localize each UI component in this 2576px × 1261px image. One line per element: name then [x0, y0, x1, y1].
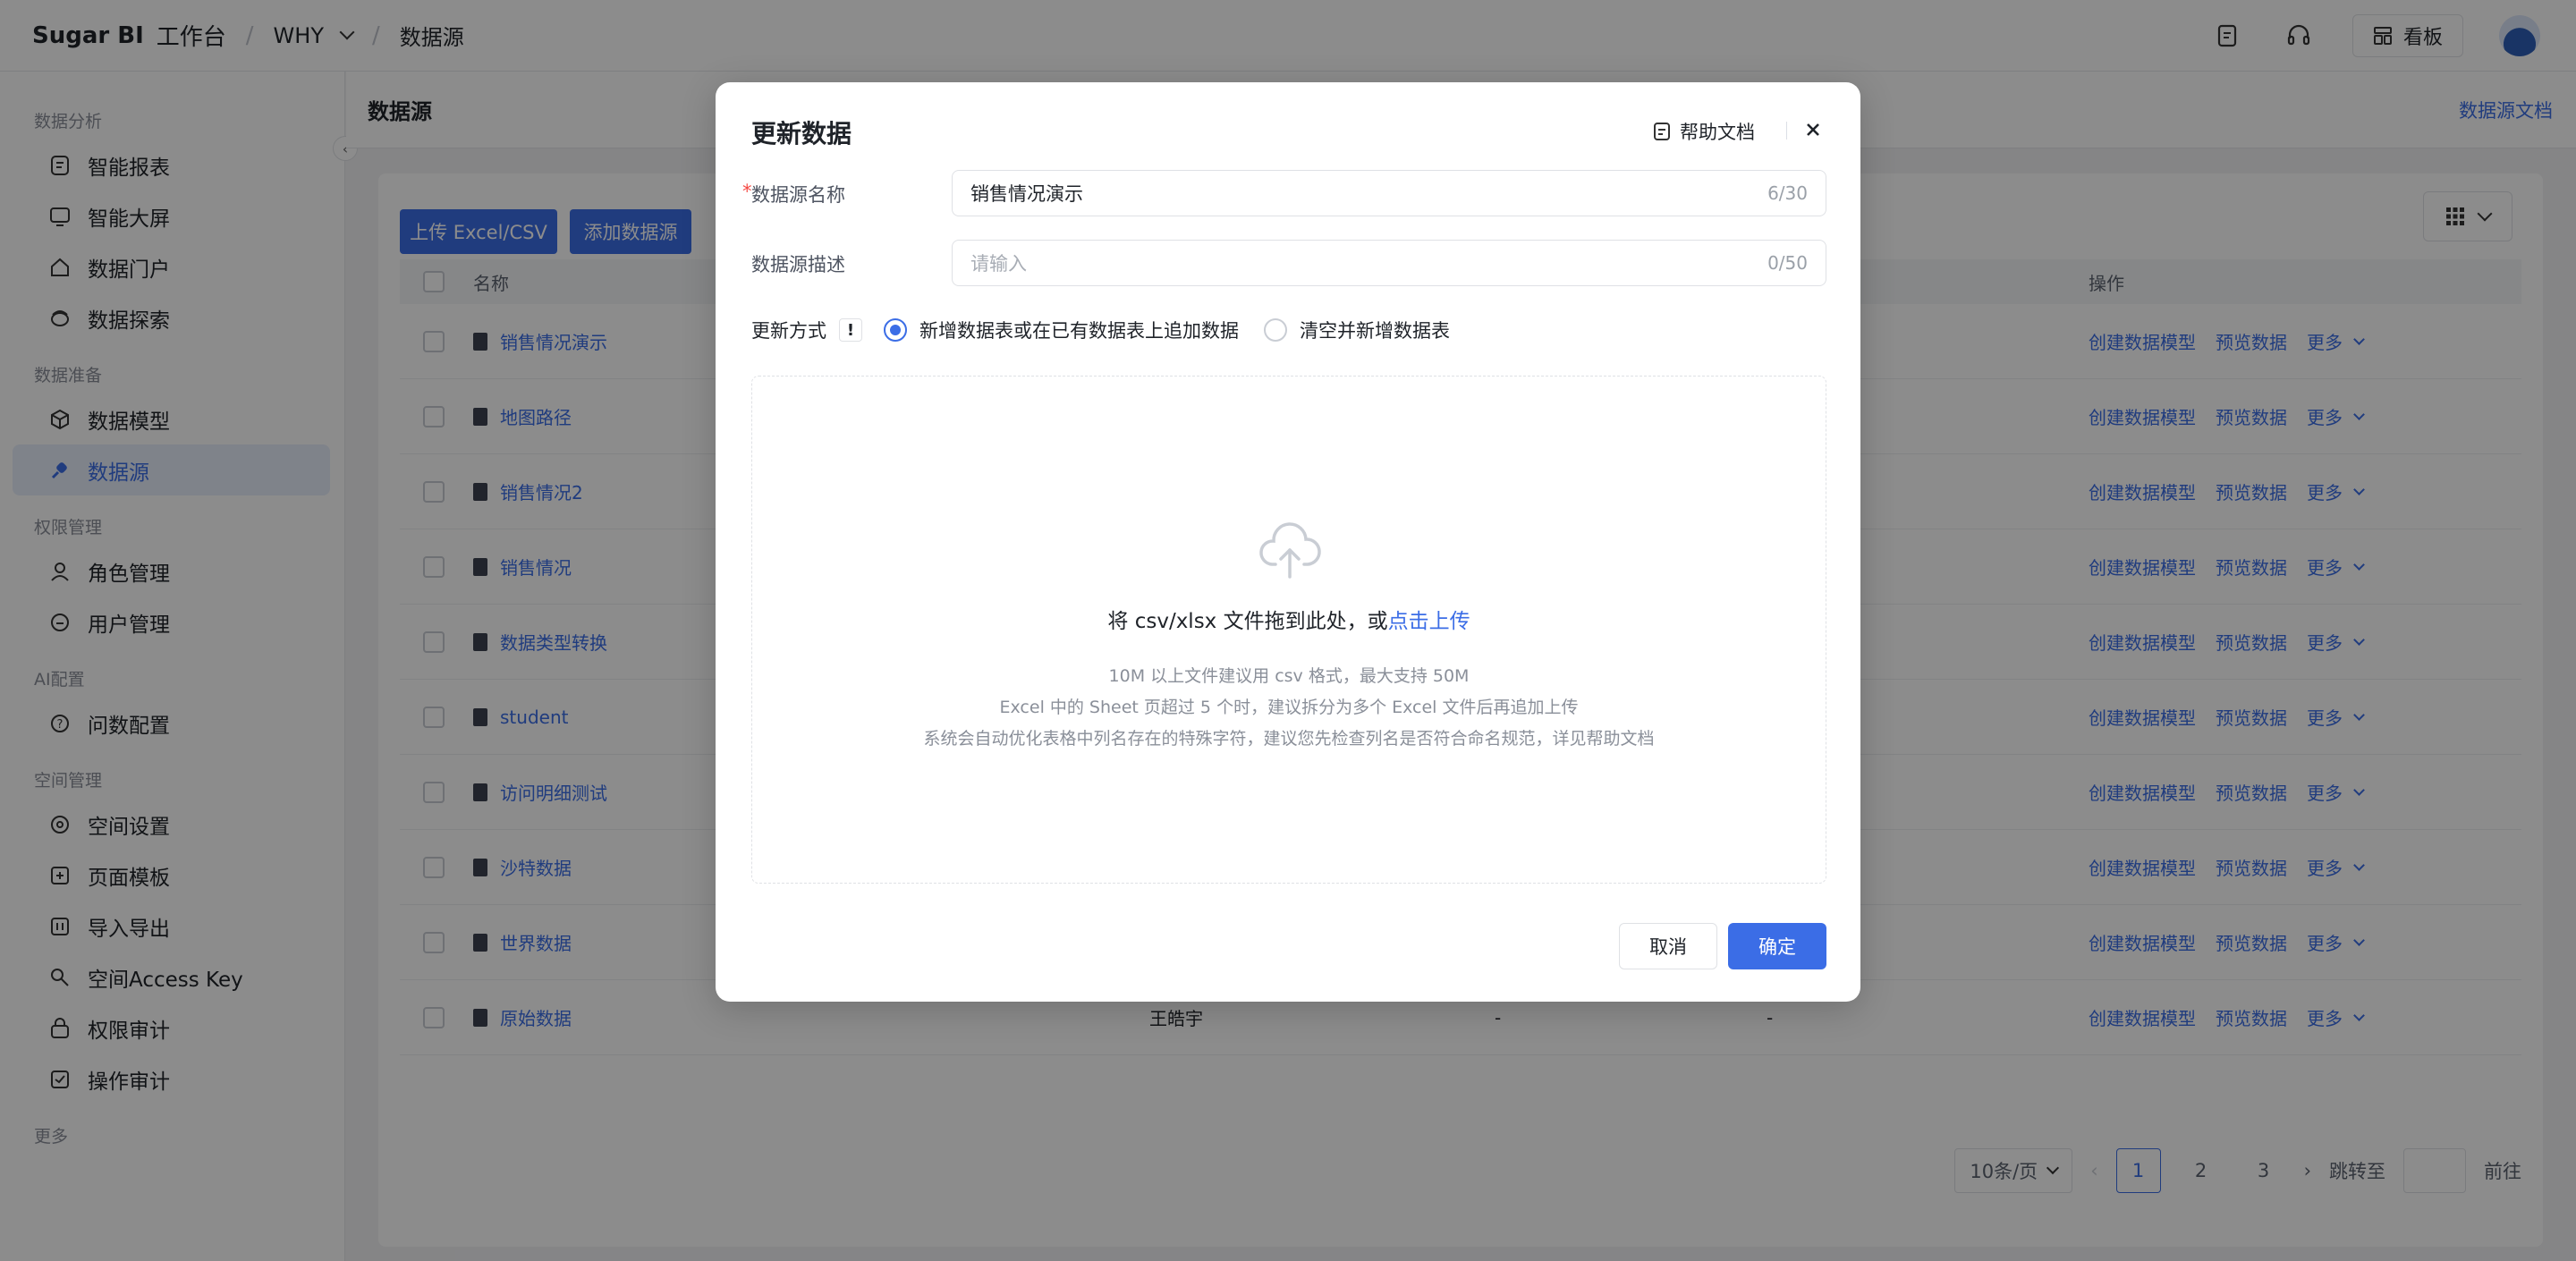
divider	[1786, 122, 1787, 140]
dropzone-text-main: 将 csv/xlsx 文件拖到此处，或	[1107, 610, 1388, 633]
hint-line-2: Excel 中的 Sheet 页超过 5 个时，建议拆分为多个 Excel 文件…	[999, 698, 1579, 717]
name-label-text: 数据源名称	[751, 184, 845, 206]
update-data-modal: 更新数据 帮助文档 * 数据源名称 销售情况演示 6/30 数据源描述 请输入 0…	[716, 82, 1860, 1002]
help-doc-link[interactable]: 帮助文档	[1653, 118, 1755, 145]
warning-icon[interactable]: !	[839, 318, 862, 342]
radio-clear[interactable]	[1264, 318, 1287, 342]
upload-dropzone[interactable]: 将 csv/xlsx 文件拖到此处，或点击上传 10M 以上文件建议用 csv …	[751, 376, 1826, 884]
desc-input[interactable]: 请输入 0/50	[952, 240, 1826, 286]
name-label: * 数据源名称	[742, 181, 845, 207]
desc-label: 数据源描述	[751, 254, 845, 275]
modal-title: 更新数据	[751, 119, 852, 148]
click-upload-link[interactable]: 点击上传	[1388, 610, 1470, 633]
hint-line-1: 10M 以上文件建议用 csv 格式，最大支持 50M	[1108, 666, 1470, 686]
mode-label: 更新方式	[751, 320, 826, 342]
confirm-button[interactable]: 确定	[1728, 923, 1826, 969]
radio-append[interactable]	[884, 318, 907, 342]
close-icon[interactable]	[1800, 116, 1826, 143]
cloud-upload-icon	[1259, 522, 1321, 579]
desc-placeholder: 请输入	[970, 253, 1027, 275]
radio-clear-label[interactable]: 清空并新增数据表	[1300, 317, 1450, 343]
name-char-count: 6/30	[1767, 182, 1808, 204]
document-icon	[1654, 123, 1670, 140]
dropzone-text: 将 csv/xlsx 文件拖到此处，或点击上传	[752, 604, 1826, 634]
radio-append-label[interactable]: 新增数据表或在已有数据表上追加数据	[919, 317, 1239, 343]
update-mode-row: 更新方式 ! 新增数据表或在已有数据表上追加数据 清空并新增数据表	[751, 317, 1450, 343]
required-mark: *	[742, 181, 752, 202]
help-doc-label: 帮助文档	[1680, 122, 1755, 143]
desc-char-count: 0/50	[1767, 252, 1808, 274]
name-input[interactable]: 销售情况演示 6/30	[952, 170, 1826, 216]
name-input-value: 销售情况演示	[970, 183, 1083, 205]
cancel-button[interactable]: 取消	[1619, 923, 1717, 969]
hint-line-3: 系统会自动优化表格中列名存在的特殊字符，建议您先检查列名是否符合命名规范，详见帮…	[923, 729, 1655, 749]
